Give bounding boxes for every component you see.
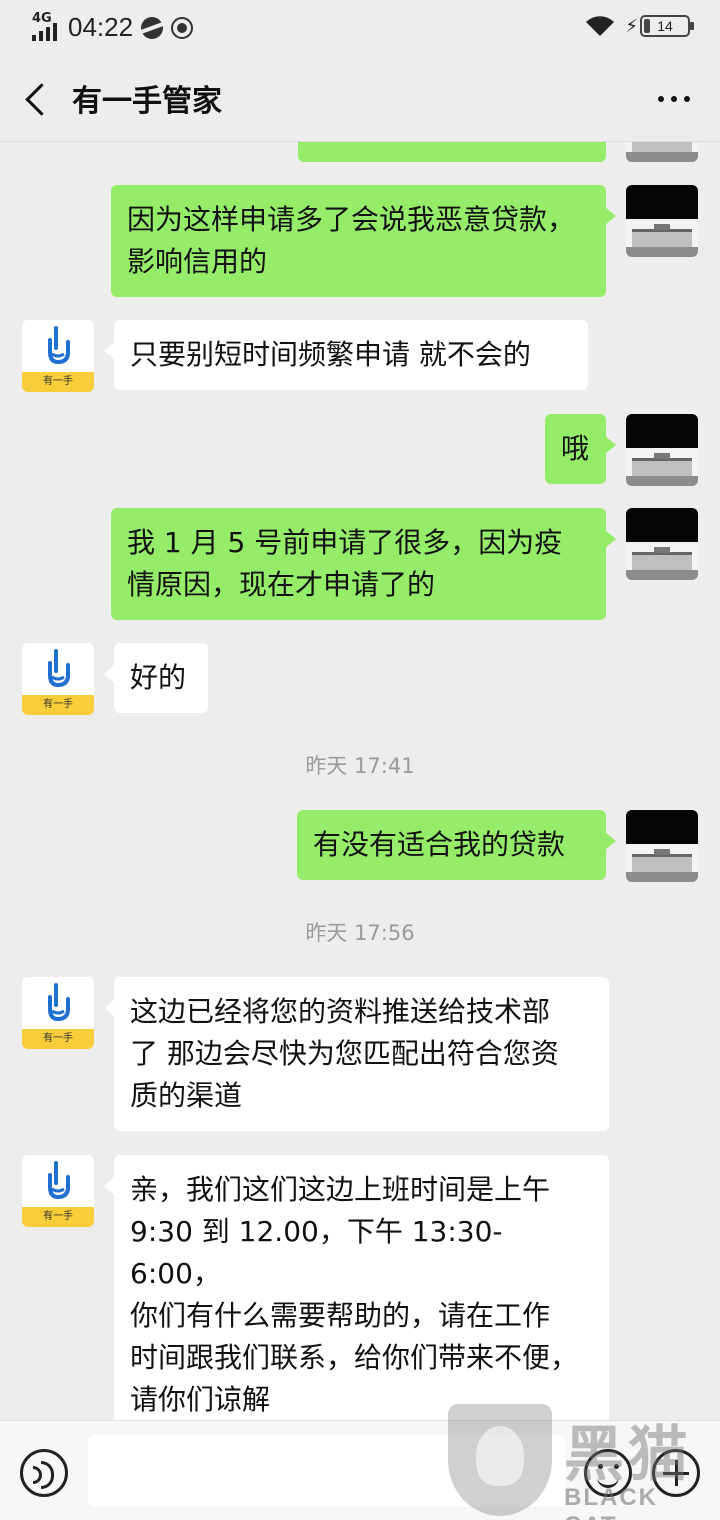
hand-icon (48, 1161, 70, 1200)
message-line: 有没有适合我的贷款 (313, 828, 566, 861)
battery-percent: 14 (657, 18, 673, 34)
hand-icon (48, 326, 70, 365)
bot-avatar[interactable]: 有一手 (22, 643, 94, 715)
bot-avatar[interactable]: 有一手 (22, 1155, 94, 1227)
message-bubble-partial[interactable] (298, 142, 606, 162)
battery-icon: 14 (640, 15, 694, 37)
timestamp: 昨天 17:41 (305, 754, 415, 778)
bot-avatar-label: 有一手 (22, 1029, 94, 1049)
message-list[interactable]: 因为这样申请多了会说我恶意贷款， 影响信用的 有一手 只要别短时间频繁申请 就不… (0, 142, 720, 1420)
back-icon[interactable] (22, 84, 52, 114)
message-line: 亲，我们这们这边上班时间是上午 (130, 1173, 551, 1206)
status-bar-right: ⚡ 14 (585, 14, 694, 38)
message-line: 时间跟我们联系，给你们带来不便， (130, 1341, 579, 1374)
chat-title: 有一手管家 (72, 84, 222, 119)
message-line: 只要别短时间频繁申请 就不会的 (130, 338, 531, 371)
message-line: 好的 (130, 661, 187, 694)
user-avatar[interactable] (626, 414, 698, 486)
user-avatar[interactable] (626, 810, 698, 882)
message-line: 哦 (561, 432, 590, 465)
message-line: 请你们谅解 (130, 1383, 271, 1416)
message-line: 这边已经将您的资料推送给技术部 (130, 995, 551, 1028)
message-line: 我 1 月 5 号前申请了很多，因为疫 (127, 526, 563, 559)
status-bar: 4G 04:22 ⚡ 14 (0, 0, 720, 56)
message-line: 影响信用的 (127, 245, 268, 278)
message-line: 你们有什么需要帮助的，请在工作 (130, 1299, 551, 1332)
emoji-icon[interactable] (584, 1449, 632, 1497)
message-bubble-sent[interactable]: 因为这样申请多了会说我恶意贷款， 影响信用的 (111, 185, 616, 297)
user-avatar[interactable] (626, 185, 698, 257)
more-icon[interactable] (658, 96, 690, 102)
message-bubble-received[interactable]: 这边已经将您的资料推送给技术部 了 那边会尽快为您匹配出符合您资 质的渠道 (104, 977, 609, 1131)
hand-icon (48, 983, 70, 1022)
bot-avatar[interactable]: 有一手 (22, 320, 94, 392)
voice-icon[interactable] (20, 1449, 68, 1497)
message-line: 因为这样申请多了会说我恶意贷款， (127, 203, 576, 236)
chat-header: 有一手管家 (0, 56, 720, 142)
bot-avatar-label: 有一手 (22, 372, 94, 392)
signal-icon: 4G (30, 11, 64, 43)
wifi-icon (585, 14, 615, 38)
timestamp: 昨天 17:56 (305, 921, 415, 945)
bot-avatar[interactable]: 有一手 (22, 977, 94, 1049)
hand-icon (48, 649, 70, 688)
status-bar-left: 4G 04:22 (30, 11, 194, 43)
message-line: 质的渠道 (130, 1079, 243, 1112)
sync-icon (171, 16, 194, 39)
message-bubble-sent[interactable]: 我 1 月 5 号前申请了很多，因为疫 情原因，现在才申请了的 (111, 508, 616, 620)
message-bubble-received[interactable]: 亲，我们这们这边上班时间是上午 9:30 到 12.00，下午 13:30-6:… (104, 1155, 609, 1420)
message-bubble-sent[interactable]: 哦 (545, 414, 616, 484)
message-line: 了 那边会尽快为您匹配出符合您资 (130, 1037, 559, 1070)
user-avatar[interactable] (626, 508, 698, 580)
message-bubble-received[interactable]: 好的 (104, 643, 208, 713)
bot-avatar-label: 有一手 (22, 695, 94, 715)
message-line: 情原因，现在才申请了的 (127, 568, 436, 601)
bot-avatar-label: 有一手 (22, 1207, 94, 1227)
clock: 04:22 (68, 12, 134, 42)
plus-icon[interactable] (652, 1449, 700, 1497)
input-bar (0, 1420, 720, 1520)
message-input[interactable] (88, 1435, 566, 1507)
user-avatar[interactable] (626, 142, 698, 162)
charging-icon: ⚡ (625, 15, 638, 37)
planet-icon (141, 16, 164, 39)
message-bubble-received[interactable]: 只要别短时间频繁申请 就不会的 (104, 320, 588, 390)
message-line: 9:30 到 12.00，下午 13:30-6:00， (130, 1215, 503, 1290)
message-bubble-sent[interactable]: 有没有适合我的贷款 (297, 810, 616, 880)
